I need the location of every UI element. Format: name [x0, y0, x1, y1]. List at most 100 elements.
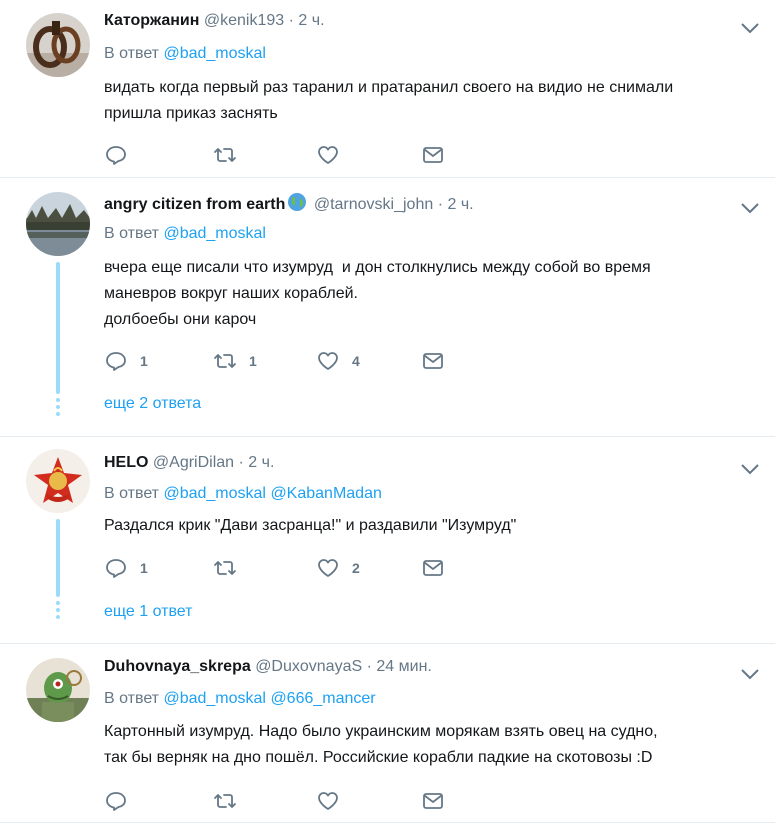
- tweet-text: видать когда первый раз таранил и пратар…: [104, 79, 674, 122]
- reply-button[interactable]: 1: [104, 349, 148, 373]
- reply-to-line: В ответ @bad_moskal @KabanMadan: [104, 485, 382, 503]
- tweet-actions: [104, 143, 464, 167]
- mention-link[interactable]: @bad_moskal: [163, 485, 266, 502]
- reply-button[interactable]: [104, 789, 128, 813]
- like-count: 2: [352, 560, 360, 576]
- timestamp[interactable]: 2 ч.: [298, 12, 324, 29]
- direct-message-button[interactable]: [421, 556, 445, 580]
- retweet-icon: [214, 794, 236, 808]
- retweet-icon: [214, 561, 236, 575]
- like-button[interactable]: 2: [316, 556, 360, 580]
- reply-to-line: В ответ @bad_moskal: [104, 225, 266, 243]
- envelope-icon: [423, 793, 443, 809]
- chains-icon: [26, 13, 90, 77]
- reply-button[interactable]: 1: [104, 556, 148, 580]
- reply-to-prefix: В ответ: [104, 485, 160, 502]
- tweet-header: angry citizen from earth @tarnovski_john…: [104, 192, 474, 214]
- reply-button[interactable]: [104, 143, 128, 167]
- user-name[interactable]: Duhovnaya_skrepa: [104, 658, 251, 675]
- show-more-replies-link[interactable]: еще 2 ответа: [104, 395, 201, 413]
- chevron-down-icon[interactable]: [738, 20, 762, 36]
- envelope-icon: [423, 147, 443, 163]
- show-more-replies-link[interactable]: еще 1 ответ: [104, 603, 192, 621]
- like-button[interactable]: [316, 143, 340, 167]
- heart-icon: [318, 352, 338, 370]
- mention-link[interactable]: @bad_moskal: [163, 225, 266, 242]
- retweet-button[interactable]: [213, 789, 237, 813]
- chevron-down-icon[interactable]: [738, 666, 762, 682]
- tweet-header: HELO @AgriDilan · 2 ч.: [104, 454, 274, 472]
- retweet-icon: [214, 354, 236, 368]
- retweet-button[interactable]: [213, 143, 237, 167]
- user-handle[interactable]: @tarnovski_john: [314, 196, 433, 213]
- tweet[interactable]: Duhovnaya_skrepa @DuxovnayaS · 24 мин. В…: [0, 644, 775, 823]
- reply-icon: [106, 792, 126, 811]
- tweet-text: Раздался крик "Дави засранца!" и раздави…: [104, 517, 517, 534]
- thread-dots: [56, 398, 60, 419]
- envelope-icon: [423, 353, 443, 369]
- reply-icon: [106, 559, 126, 578]
- reply-icon: [106, 146, 126, 165]
- chevron-down-icon[interactable]: [738, 200, 762, 216]
- tweet-header: Duhovnaya_skrepa @DuxovnayaS · 24 мин.: [104, 658, 432, 676]
- direct-message-button[interactable]: [421, 143, 445, 167]
- tweet-actions: [104, 789, 464, 813]
- heart-icon: [318, 559, 338, 577]
- avatar[interactable]: [26, 449, 90, 513]
- cartoon-character-icon: [26, 658, 90, 722]
- retweet-button[interactable]: 1: [213, 349, 257, 373]
- like-button[interactable]: [316, 789, 340, 813]
- avatar[interactable]: [26, 192, 90, 256]
- user-handle[interactable]: @kenik193: [204, 12, 284, 29]
- tweet[interactable]: HELO @AgriDilan · 2 ч. В ответ @bad_mosk…: [0, 437, 775, 644]
- globe-emoji-icon: [288, 193, 307, 211]
- heart-icon: [318, 792, 338, 810]
- timestamp[interactable]: 2 ч.: [447, 196, 473, 213]
- tweet[interactable]: Каторжанин @kenik193 · 2 ч. В ответ @bad…: [0, 0, 775, 178]
- mention-link[interactable]: @KabanMadan: [270, 485, 381, 502]
- avatar[interactable]: [26, 13, 90, 77]
- tweet[interactable]: angry citizen from earth @tarnovski_john…: [0, 178, 775, 437]
- pioneer-badge-icon: [26, 449, 90, 513]
- separator-dot: ·: [366, 658, 372, 675]
- mention-link[interactable]: @666_mancer: [270, 690, 375, 707]
- separator-dot: ·: [238, 454, 244, 471]
- reply-to-line: В ответ @bad_moskal: [104, 45, 266, 63]
- reply-count: 1: [140, 560, 148, 576]
- direct-message-button[interactable]: [421, 789, 445, 813]
- avatar[interactable]: [26, 658, 90, 722]
- timestamp[interactable]: 24 мин.: [376, 658, 431, 675]
- reply-to-prefix: В ответ: [104, 225, 160, 242]
- reply-count: 1: [140, 353, 148, 369]
- mention-link[interactable]: @bad_moskal: [163, 690, 266, 707]
- user-name[interactable]: angry citizen from earth: [104, 196, 285, 213]
- timestamp[interactable]: 2 ч.: [248, 454, 274, 471]
- mention-link[interactable]: @bad_moskal: [163, 45, 266, 62]
- reply-to-prefix: В ответ: [104, 690, 160, 707]
- reply-to-prefix: В ответ: [104, 45, 160, 62]
- separator-dot: ·: [288, 12, 294, 29]
- user-handle[interactable]: @DuxovnayaS: [255, 658, 362, 675]
- chevron-down-icon[interactable]: [738, 461, 762, 477]
- separator-dot: ·: [437, 196, 444, 213]
- thread-dots: [56, 601, 60, 622]
- retweet-button[interactable]: [213, 556, 237, 580]
- user-handle[interactable]: @AgriDilan: [153, 454, 234, 471]
- tweet-header: Каторжанин @kenik193 · 2 ч.: [104, 12, 325, 30]
- thread-line: [56, 262, 60, 394]
- envelope-icon: [423, 560, 443, 576]
- tweet-actions: 1 1 4: [104, 349, 464, 373]
- tweet-text: вчера еще писали что изумруд и дон столк…: [104, 259, 651, 328]
- retweet-count: 1: [249, 353, 257, 369]
- heart-icon: [318, 146, 338, 164]
- like-count: 4: [352, 353, 360, 369]
- like-button[interactable]: 4: [316, 349, 360, 373]
- user-name[interactable]: Каторжанин: [104, 12, 199, 29]
- direct-message-button[interactable]: [421, 349, 445, 373]
- user-name[interactable]: HELO: [104, 454, 148, 471]
- retweet-icon: [214, 148, 236, 162]
- lake-landscape-icon: [26, 192, 90, 256]
- reply-to-line: В ответ @bad_moskal @666_mancer: [104, 690, 376, 708]
- reply-icon: [106, 352, 126, 371]
- tweet-actions: 1 2: [104, 556, 464, 580]
